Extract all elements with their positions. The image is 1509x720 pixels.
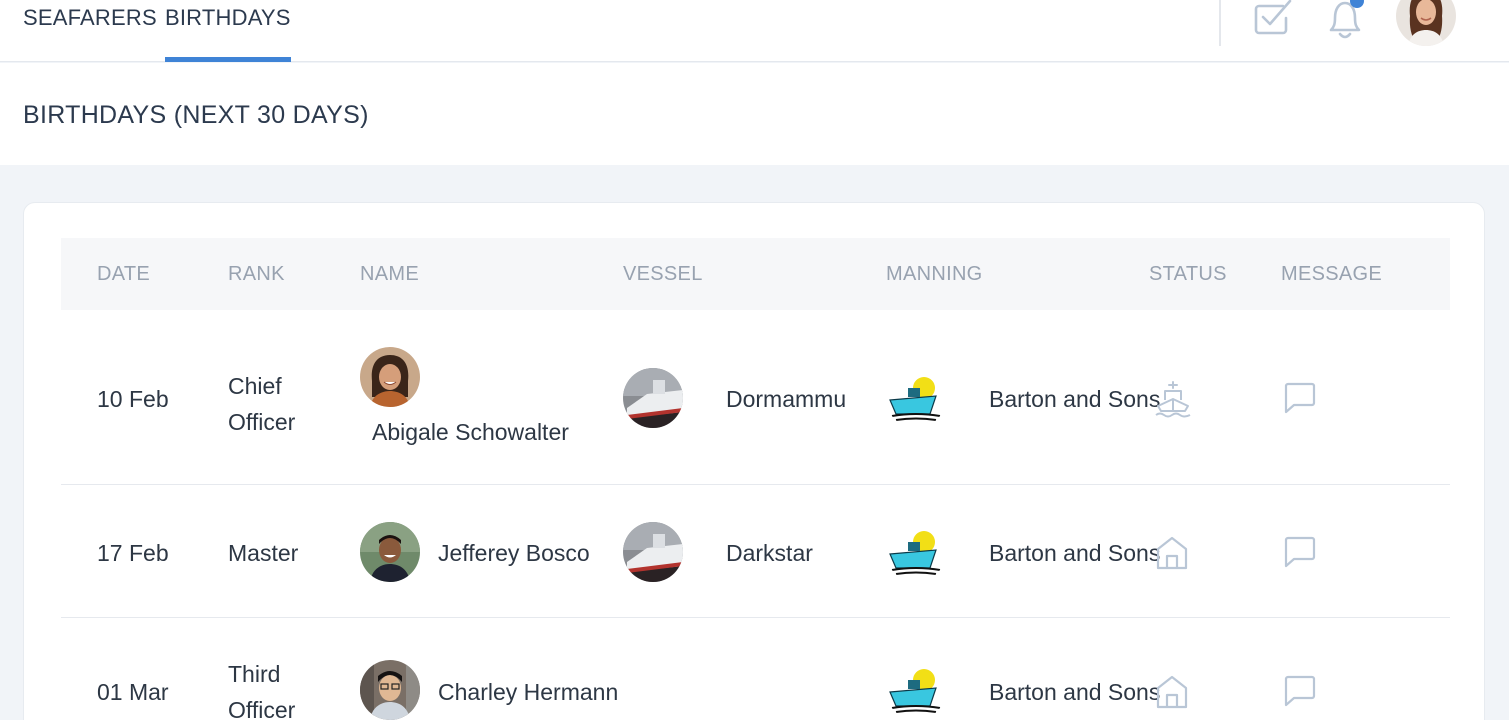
manning-logo [886,522,946,582]
table-row[interactable]: 17 Feb Master Jefferey Bosco Darkstar Ba… [61,485,1450,618]
vessel-name[interactable]: Darkstar [726,540,813,567]
home-icon [1154,535,1190,576]
rank-line: Officer [228,409,296,435]
vessel-avatar[interactable] [623,522,683,582]
vessel-avatar[interactable] [623,368,683,428]
tab-seafarers[interactable]: SEAFARERS [23,0,157,62]
column-header-name[interactable]: NAME [360,263,419,286]
manning-logo [886,368,946,428]
column-header-date[interactable]: DATE [97,263,150,286]
rank-line: Third [228,661,281,687]
rank: Chief Officer [228,368,295,440]
chat-bubble-icon[interactable] [1283,382,1317,419]
tab-birthdays[interactable]: BIRTHDAYS [165,0,291,62]
task-check-icon[interactable] [1253,0,1293,36]
manning-agency: Barton and Sons [989,679,1161,705]
seafarer-avatar[interactable] [360,660,420,720]
chat-bubble-icon[interactable] [1283,536,1317,573]
rank-line: Chief [228,373,282,399]
rank-line: Master [228,540,299,566]
top-navigation: SEAFARERS BIRTHDAYS [0,0,1509,62]
seafarer-avatar[interactable] [360,522,420,582]
manning-agency: Barton and Sons [989,386,1161,412]
birthdays-card: DATE RANK NAME VESSEL MANNING STATUS MES… [23,202,1485,720]
rank: Master [228,540,298,567]
seafarer-name[interactable]: Jefferey Bosco [438,540,590,567]
ship-icon [1154,380,1192,423]
manning-logo [886,660,946,720]
seafarer-name[interactable]: Abigale Schowalter [372,419,569,446]
column-header-message[interactable]: MESSAGE [1281,263,1382,286]
page-header: BIRTHDAYS (NEXT 30 DAYS) [0,63,1509,165]
page-title: BIRTHDAYS (NEXT 30 DAYS) [23,101,369,129]
table-row[interactable]: 01 Mar Third Officer Charley Hermann Bar… [61,618,1450,720]
topbar-divider [1219,0,1221,46]
table-header: DATE RANK NAME VESSEL MANNING STATUS MES… [61,238,1450,310]
table-row[interactable]: 10 Feb Chief Officer Abigale Schowalter [61,310,1450,485]
rank: Third Officer [228,656,295,720]
column-header-rank[interactable]: RANK [228,263,285,286]
birthday-date: 01 Mar [97,679,169,705]
seafarer-name[interactable]: Charley Hermann [438,679,618,706]
seafarer-avatar[interactable] [360,347,420,407]
column-header-status[interactable]: STATUS [1149,263,1227,286]
chat-bubble-icon[interactable] [1283,675,1317,712]
user-avatar[interactable] [1396,0,1456,46]
vessel-name[interactable]: Dormammu [726,386,846,413]
bell-icon[interactable] [1323,0,1367,40]
birthday-date: 17 Feb [97,540,169,566]
home-icon [1154,674,1190,715]
birthday-date: 10 Feb [97,386,169,412]
manning-agency: Barton and Sons [989,540,1161,566]
column-header-vessel[interactable]: VESSEL [623,263,703,286]
column-header-manning[interactable]: MANNING [886,263,983,286]
rank-line: Officer [228,697,296,720]
